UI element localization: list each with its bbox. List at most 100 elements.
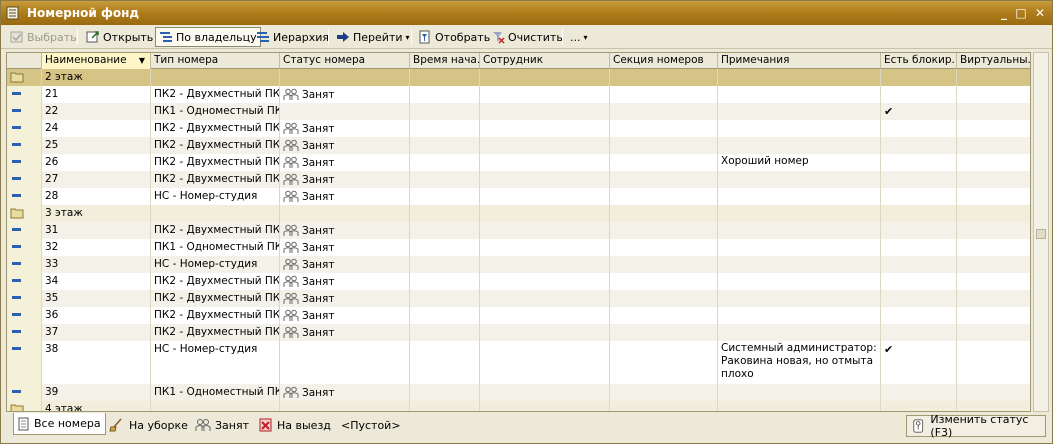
- table-row[interactable]: 34 ПК2 - Двухместный ПК Занят: [7, 273, 1030, 290]
- table-row[interactable]: 28 НС - Номер-студия Занят: [7, 188, 1030, 205]
- empty-cell: [410, 384, 480, 401]
- column-header[interactable]: Примечания: [718, 53, 881, 69]
- clear-label: Очистить: [508, 30, 563, 44]
- row-marker-cell: [7, 401, 42, 411]
- table-row[interactable]: 21 ПК2 - Двухместный ПК Занят: [7, 86, 1030, 103]
- tab-cleaning[interactable]: На уборке: [105, 415, 192, 435]
- goto-button[interactable]: Перейти ▾: [333, 27, 413, 47]
- group-row[interactable]: 4 этаж: [7, 401, 1030, 411]
- guests-icon: [283, 326, 299, 338]
- table-row[interactable]: 27 ПК2 - Двухместный ПК Занят: [7, 171, 1030, 188]
- blocked-cell: [881, 137, 957, 154]
- row-marker-cell: [7, 324, 42, 341]
- empty-cell: [957, 205, 1030, 222]
- note-cell: Системный администратор: Раковина новая,…: [718, 341, 881, 384]
- row-marker-cell: [7, 69, 42, 86]
- status-cell: [280, 69, 410, 86]
- note-cell: [718, 120, 881, 137]
- table-row[interactable]: 22 ПК1 - Одноместный ПК ✔: [7, 103, 1030, 120]
- empty-cell: [957, 171, 1030, 188]
- document-icon: [18, 417, 29, 430]
- row-marker-cell: [7, 171, 42, 188]
- table-row[interactable]: 37 ПК2 - Двухместный ПК Занят: [7, 324, 1030, 341]
- rooms-table[interactable]: Наименование ▼ Тип номера Статус номера Врем…: [6, 52, 1031, 412]
- column-header[interactable]: Наименование ▼: [42, 53, 151, 69]
- open-icon: [86, 31, 99, 43]
- table-row[interactable]: 38 НС - Номер-студия Системный администрат…: [7, 341, 1030, 384]
- table-row[interactable]: 26 ПК2 - Двухместный ПК Занят Хороший номер: [7, 154, 1030, 171]
- name-cell: 22: [42, 103, 151, 120]
- tab-empty[interactable]: <Пустой>: [337, 415, 405, 435]
- empty-cell: [610, 137, 718, 154]
- table-row[interactable]: 25 ПК2 - Двухместный ПК Занят: [7, 137, 1030, 154]
- open-button[interactable]: Открыть: [83, 27, 156, 47]
- blocked-cell: [881, 69, 957, 86]
- table-row[interactable]: 35 ПК2 - Двухместный ПК Занят: [7, 290, 1030, 307]
- status-cell: [280, 103, 410, 120]
- tab-label: <Пустой>: [341, 418, 401, 432]
- title-bar[interactable]: Номерной фонд _ □ ✕: [1, 1, 1052, 25]
- status-cell: Занят: [280, 171, 410, 188]
- minimize-button[interactable]: _: [995, 5, 1013, 21]
- clear-button[interactable]: Очистить: [488, 27, 566, 47]
- status-wrap: Занят: [283, 386, 406, 399]
- name-cell: 36: [42, 307, 151, 324]
- guests-icon: [195, 419, 211, 431]
- tab-occupied[interactable]: Занят: [191, 415, 253, 435]
- status-cell: [280, 341, 410, 384]
- table-row[interactable]: 24 ПК2 - Двухместный ПК Занят: [7, 120, 1030, 137]
- column-header[interactable]: Время нача...: [410, 53, 480, 69]
- clear-filter-icon: [493, 32, 505, 44]
- group-row[interactable]: 3 этаж: [7, 205, 1030, 222]
- checkout-icon: [259, 418, 272, 432]
- tab-checkout[interactable]: На выезд: [255, 415, 335, 435]
- filter-button[interactable]: Отобрать: [415, 27, 493, 47]
- guests-icon: [283, 139, 299, 151]
- empty-cell: [957, 69, 1030, 86]
- more-button[interactable]: ... ▾: [567, 27, 591, 47]
- type-cell: ПК2 - Двухместный ПК: [151, 171, 280, 188]
- select-icon: [10, 31, 23, 43]
- table-row[interactable]: 39 ПК1 - Одноместный ПК Занят: [7, 384, 1030, 401]
- column-header[interactable]: Секция номеров: [610, 53, 718, 69]
- blocked-cell: [881, 384, 957, 401]
- empty-cell: [957, 273, 1030, 290]
- table-row[interactable]: 32 ПК1 - Одноместный ПК Занят: [7, 239, 1030, 256]
- column-header[interactable]: Есть блокир...: [881, 53, 957, 69]
- change-status-button[interactable]: Изменить статус (F3): [906, 413, 1046, 439]
- column-header[interactable]: Сотрудник: [480, 53, 610, 69]
- note-cell: [718, 171, 881, 188]
- empty-cell: [610, 205, 718, 222]
- name-cell: 32: [42, 239, 151, 256]
- hierarchy-button[interactable]: Иерархия: [253, 27, 332, 47]
- group-row[interactable]: 2 этаж: [7, 69, 1030, 86]
- by-owner-button[interactable]: По владельцу: [155, 27, 261, 47]
- owner-tree-icon: [160, 32, 172, 42]
- name-cell: 24: [42, 120, 151, 137]
- type-cell: НС - Номер-студия: [151, 341, 280, 384]
- item-dash-icon: [10, 88, 24, 101]
- select-button[interactable]: Выбрать: [7, 27, 80, 47]
- column-header[interactable]: Виртуальны...: [957, 53, 1030, 69]
- tab-all-rooms[interactable]: Все номера: [13, 413, 106, 435]
- table-row[interactable]: 33 НС - Номер-студия Занят: [7, 256, 1030, 273]
- type-cell: ПК2 - Двухместный ПК: [151, 222, 280, 239]
- row-marker-cell: [7, 384, 42, 401]
- tab-label: Занят: [215, 418, 250, 432]
- column-header[interactable]: Статус номера: [280, 53, 410, 69]
- scrollbar-thumb[interactable]: [1036, 229, 1046, 239]
- close-button[interactable]: ✕: [1031, 5, 1049, 21]
- type-cell: ПК2 - Двухместный ПК: [151, 324, 280, 341]
- column-header[interactable]: Тип номера: [151, 53, 280, 69]
- item-dash-icon: [10, 292, 24, 305]
- table-row[interactable]: 31 ПК2 - Двухместный ПК Занят: [7, 222, 1030, 239]
- table-row[interactable]: 36 ПК2 - Двухместный ПК Занят: [7, 307, 1030, 324]
- status-wrap: Занят: [283, 173, 406, 186]
- note-cell: [718, 384, 881, 401]
- status-text: Занят: [302, 241, 335, 254]
- empty-cell: [610, 188, 718, 205]
- vertical-scrollbar[interactable]: [1033, 52, 1049, 412]
- empty-cell: [480, 222, 610, 239]
- toolbar: Выбрать Открыть По владельцу Иерархия Пе…: [1, 25, 1052, 49]
- maximize-button[interactable]: □: [1012, 5, 1030, 21]
